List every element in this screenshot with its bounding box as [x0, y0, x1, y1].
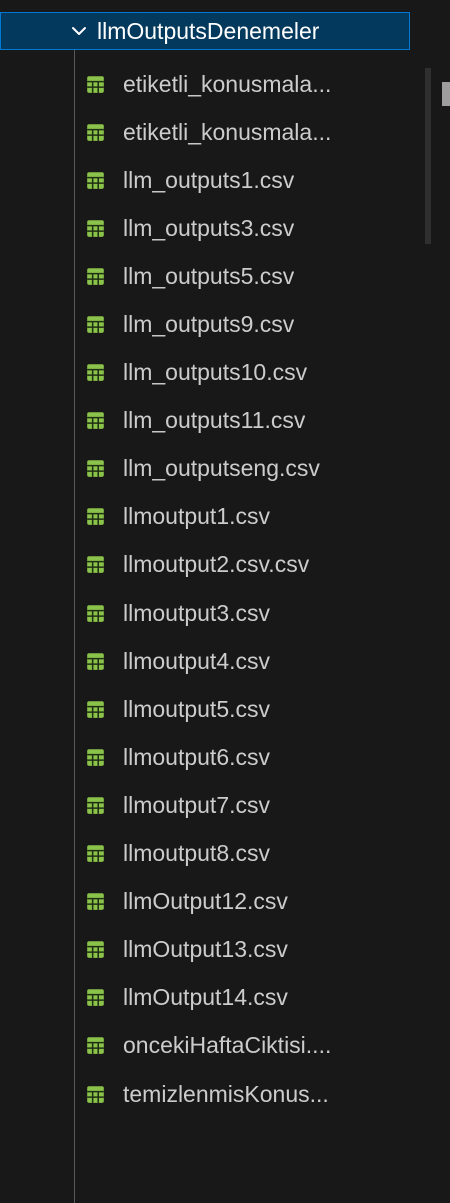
spreadsheet-icon — [87, 364, 104, 381]
spreadsheet-icon — [87, 1085, 104, 1103]
spreadsheet-icon — [87, 604, 104, 622]
file-name: llm_outputs3.csv — [123, 214, 295, 241]
file-name: etiketli_konusmala... — [123, 118, 332, 145]
file-item[interactable]: oncekiHaftaCiktisi.... — [0, 1022, 410, 1070]
file-name: llmoutput5.csv — [123, 695, 271, 722]
file-item[interactable]: llmoutput8.csv — [0, 830, 410, 878]
spreadsheet-icon — [87, 316, 104, 333]
file-name: llm_outputs9.csv — [123, 311, 295, 338]
file-item[interactable]: llmOutput12.csv — [0, 878, 410, 926]
file-name: llm_outputseng.csv — [123, 455, 320, 482]
editor-edge-icon — [442, 82, 450, 106]
spreadsheet-icon — [87, 508, 104, 526]
file-name: llm_outputs10.csv — [123, 359, 308, 386]
file-item[interactable]: llm_outputs5.csv — [0, 252, 410, 300]
file-name: llmoutput2.csv.csv — [123, 551, 310, 578]
spreadsheet-icon — [87, 556, 104, 574]
file-name: llmoutput1.csv — [123, 503, 271, 530]
file-item[interactable]: llmoutput7.csv — [0, 781, 410, 829]
file-item[interactable]: llmOutput13.csv — [0, 926, 410, 974]
file-name: etiketli_konusmala... — [123, 70, 332, 97]
spreadsheet-icon — [87, 75, 104, 93]
file-item[interactable]: llm_outputs11.csv — [0, 397, 410, 445]
file-name: llm_outputs11.csv — [123, 407, 306, 434]
file-item[interactable]: llm_outputs9.csv — [0, 300, 410, 348]
spreadsheet-icon — [87, 893, 104, 910]
file-item[interactable]: llm_outputs1.csv — [0, 156, 410, 204]
file-explorer: llmOutputsDenemeler etiketli_konusmala..… — [0, 0, 450, 1203]
file-name: llm_outputs1.csv — [123, 166, 295, 193]
file-name: llmoutput8.csv — [123, 840, 271, 867]
file-item[interactable]: llm_outputseng.csv — [0, 445, 410, 493]
spreadsheet-icon — [87, 797, 104, 814]
spreadsheet-icon — [87, 123, 104, 141]
file-item[interactable]: temizlenmisKonus... — [0, 1070, 410, 1118]
spreadsheet-icon — [87, 412, 104, 430]
file-list: etiketli_konusmala... etiketli_konusmala… — [0, 60, 410, 1118]
spreadsheet-icon — [87, 749, 104, 766]
file-item[interactable]: llmoutput6.csv — [0, 733, 410, 781]
file-name: llmOutput14.csv — [123, 984, 288, 1011]
spreadsheet-icon — [87, 989, 104, 1007]
file-name: llmoutput4.csv — [123, 647, 271, 674]
folder-row-llmoutputsdenemeler[interactable]: llmOutputsDenemeler — [0, 12, 410, 50]
file-item[interactable]: llmoutput1.csv — [0, 493, 410, 541]
folder-label: llmOutputsDenemeler — [97, 17, 320, 44]
file-name: oncekiHaftaCiktisi.... — [123, 1032, 332, 1059]
file-name: llmOutput12.csv — [123, 888, 288, 915]
file-item[interactable]: etiketli_konusmala... — [0, 108, 410, 156]
file-item[interactable]: llmoutput2.csv.csv — [0, 541, 410, 589]
spreadsheet-icon — [87, 941, 104, 959]
file-name: llmoutput7.csv — [123, 791, 271, 818]
chevron-down-icon[interactable] — [71, 23, 87, 39]
file-name: temizlenmisKonus... — [123, 1080, 329, 1107]
spreadsheet-icon — [87, 220, 104, 237]
file-item[interactable]: llmoutput3.csv — [0, 589, 410, 637]
file-item[interactable]: llm_outputs10.csv — [0, 349, 410, 397]
spreadsheet-icon — [87, 652, 104, 670]
scrollbar-thumb[interactable] — [425, 68, 431, 244]
file-name: llmoutput3.csv — [123, 599, 271, 626]
file-item[interactable]: llmoutput4.csv — [0, 637, 410, 685]
file-item[interactable]: llmoutput5.csv — [0, 685, 410, 733]
spreadsheet-icon — [87, 1037, 104, 1055]
spreadsheet-icon — [87, 268, 104, 285]
file-name: llmOutput13.csv — [123, 936, 288, 963]
spreadsheet-icon — [87, 171, 104, 189]
file-name: llm_outputs5.csv — [123, 262, 295, 289]
file-item[interactable]: llmOutput14.csv — [0, 974, 410, 1022]
file-name: llmoutput6.csv — [123, 743, 271, 770]
spreadsheet-icon — [87, 700, 104, 718]
file-item[interactable]: llm_outputs3.csv — [0, 204, 410, 252]
file-item[interactable]: etiketli_konusmala... — [0, 60, 410, 108]
spreadsheet-icon — [87, 460, 104, 478]
spreadsheet-icon — [87, 845, 104, 862]
